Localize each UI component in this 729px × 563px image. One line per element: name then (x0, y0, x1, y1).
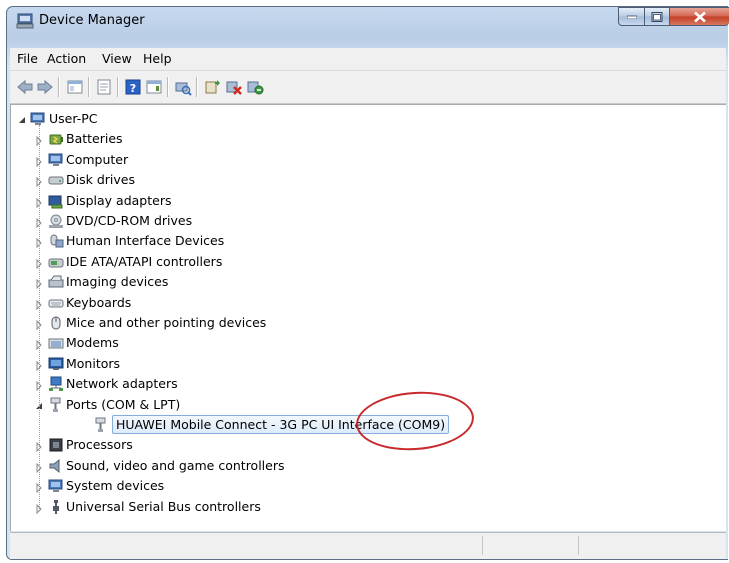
tree-item-label: Imaging devices (66, 274, 169, 289)
menu-file[interactable]: File (17, 51, 38, 66)
tree-root-user-pc[interactable]: User-PC (11, 109, 711, 129)
sound-icon (48, 458, 64, 474)
menu-action[interactable]: Action (47, 51, 86, 66)
tree-item[interactable]: Computer (11, 150, 711, 170)
menu-help[interactable]: Help (143, 51, 172, 66)
port-icon (93, 417, 109, 433)
tree-item[interactable]: Processors (11, 435, 711, 455)
tree-item-label: Network adapters (66, 376, 178, 391)
tree-item-label: DVD/CD-ROM drives (66, 213, 193, 228)
tree-item[interactable]: Batteries (11, 129, 711, 149)
tree-item[interactable]: Display adapters (11, 191, 711, 211)
tree-item[interactable]: Sound, video and game controllers (11, 456, 711, 476)
mouse-icon (48, 315, 64, 331)
close-button[interactable] (669, 7, 729, 26)
show-hide-console-tree-icon[interactable] (66, 78, 84, 96)
update-driver-icon[interactable] (204, 78, 222, 96)
tree-item-label: Disk drives (66, 172, 135, 187)
tree-item[interactable]: Universal Serial Bus controllers (11, 497, 711, 517)
tree-item[interactable]: IDE ATA/ATAPI controllers (11, 252, 711, 272)
minimize-button[interactable] (618, 7, 645, 26)
tree-item-label: Monitors (66, 356, 121, 371)
toolbar: ? (10, 71, 726, 104)
hid-icon (48, 233, 64, 249)
status-pane (578, 536, 719, 555)
collapse-arrow-icon[interactable] (18, 114, 26, 124)
tree-item-label: Processors (66, 437, 133, 452)
disk-drive-icon (48, 172, 64, 188)
tree-item-label: Mice and other pointing devices (66, 315, 267, 330)
device-manager-window: Device Manager File Action View Help ? U… (6, 6, 729, 560)
disable-device-icon[interactable] (246, 78, 264, 96)
network-adapter-icon (48, 376, 64, 392)
tree-item[interactable]: Monitors (11, 354, 711, 374)
port-icon (48, 397, 64, 413)
tree-item[interactable]: Imaging devices (11, 272, 711, 292)
maximize-button[interactable] (644, 7, 670, 26)
tree-item-label: User-PC (49, 111, 98, 126)
processor-icon (48, 437, 64, 453)
help-icon[interactable]: ? (124, 78, 142, 96)
tree-item[interactable]: Network adapters (11, 374, 711, 394)
title-bar[interactable]: Device Manager (7, 7, 729, 35)
ide-controller-icon (48, 254, 64, 270)
computer-icon (30, 111, 46, 127)
tree-item[interactable]: Mice and other pointing devices (11, 313, 711, 333)
menu-bar: File Action View Help (10, 48, 726, 71)
uninstall-icon[interactable] (225, 78, 243, 96)
device-manager-icon (16, 13, 34, 29)
menu-view[interactable]: View (102, 51, 132, 66)
forward-arrow-icon[interactable] (36, 78, 54, 96)
tree-item[interactable]: Human Interface Devices (11, 231, 711, 251)
tree-item[interactable]: System devices (11, 476, 711, 496)
modem-icon (48, 335, 64, 351)
tree-item[interactable]: Keyboards (11, 293, 711, 313)
device-tree[interactable]: User-PC Batteries Computer Disk drives Displ… (10, 104, 726, 531)
tree-item-label: Modems (66, 335, 119, 350)
tree-item-label: Computer (66, 152, 129, 167)
tree-item-label: IDE ATA/ATAPI controllers (66, 254, 223, 269)
dvd-drive-icon (48, 213, 64, 229)
back-arrow-icon[interactable] (16, 78, 34, 96)
tree-item-label: Human Interface Devices (66, 233, 225, 248)
tree-item-label: Ports (COM & LPT) (66, 397, 181, 412)
usb-icon (48, 499, 64, 515)
display-adapter-icon (48, 193, 64, 209)
svg-text:?: ? (130, 82, 136, 95)
tree-item[interactable]: DVD/CD-ROM drives (11, 211, 711, 231)
tree-item-label: Display adapters (66, 193, 172, 208)
imaging-device-icon (48, 274, 64, 290)
tree-item-label: Keyboards (66, 295, 132, 310)
tree-item[interactable]: Disk drives (11, 170, 711, 190)
battery-icon (48, 131, 64, 147)
tree-item-label: Universal Serial Bus controllers (66, 499, 261, 514)
status-bar (10, 532, 726, 559)
computer-icon (48, 152, 64, 168)
status-pane (482, 536, 578, 555)
tree-item[interactable]: Modems (11, 333, 711, 353)
properties-icon[interactable] (95, 78, 113, 96)
system-device-icon (48, 478, 64, 494)
tree-item-label: Sound, video and game controllers (66, 458, 285, 473)
keyboard-icon (48, 295, 64, 311)
tree-connector-line (39, 125, 40, 509)
scan-hardware-icon[interactable] (174, 78, 192, 96)
tree-item-label: Batteries (66, 131, 123, 146)
monitor-icon (48, 356, 64, 372)
show-hide-action-pane-icon[interactable] (145, 78, 163, 96)
window-title: Device Manager (39, 13, 145, 28)
tree-item-label: System devices (66, 478, 165, 493)
